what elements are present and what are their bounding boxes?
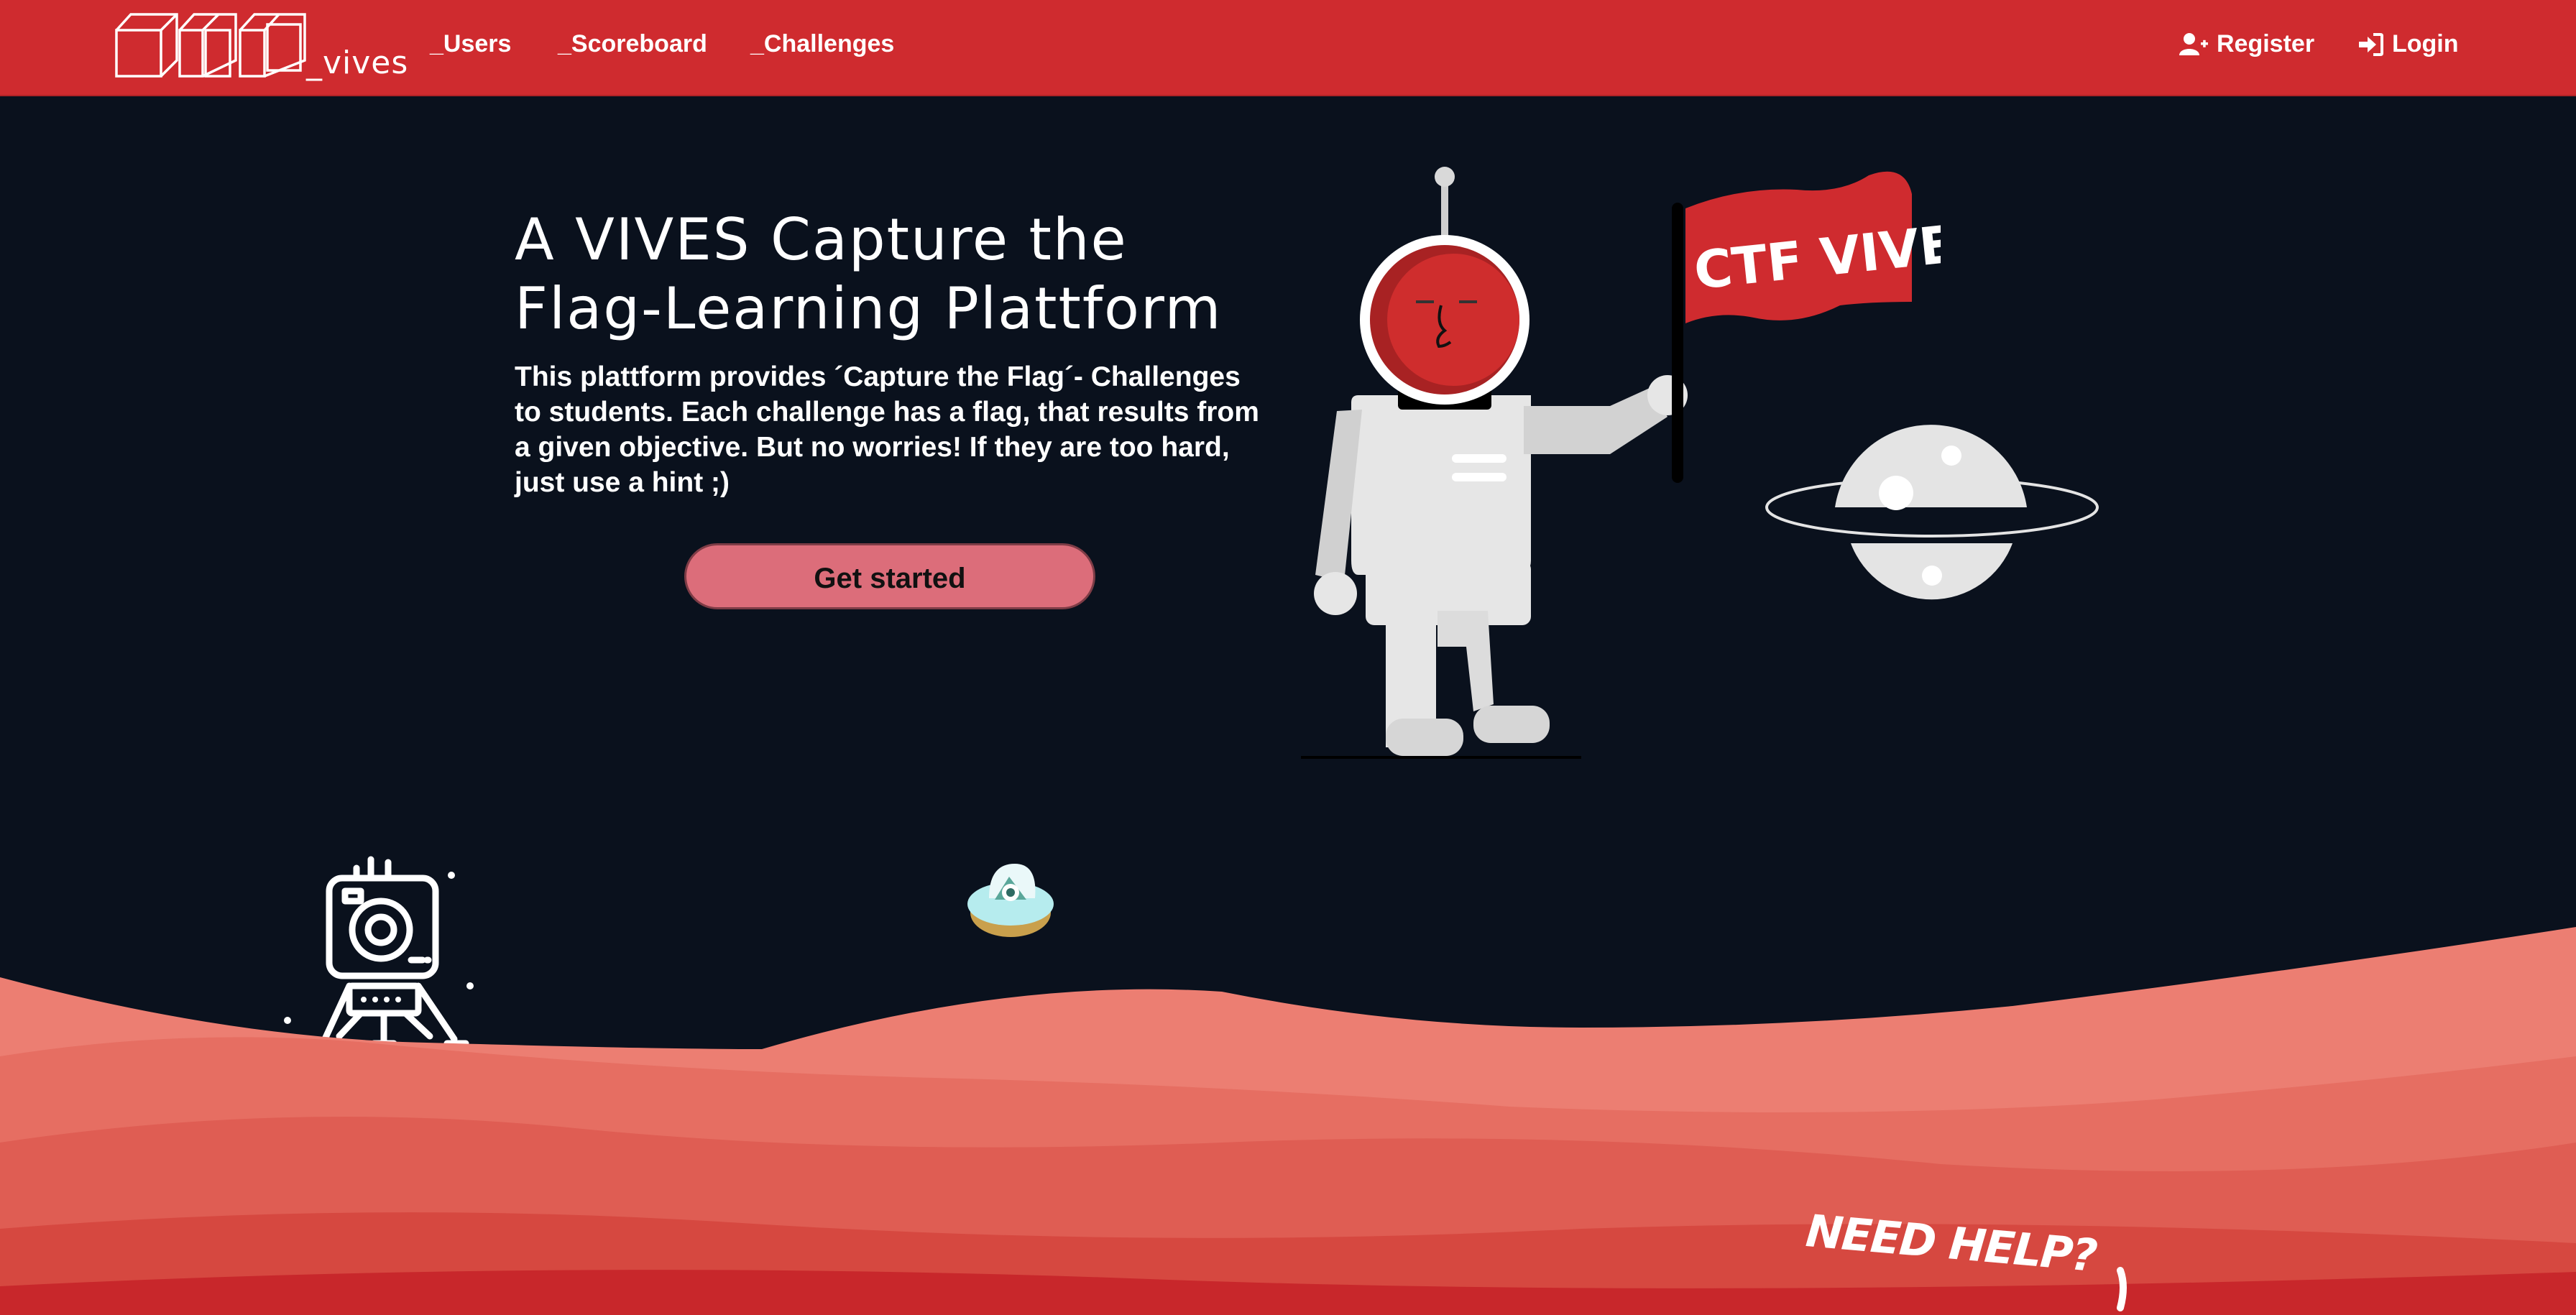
cubes-logo-icon: [115, 13, 306, 78]
hero-title: A VIVES Capture the Flag-Learning Plattf…: [515, 206, 1305, 343]
nav-link-scoreboard[interactable]: _Scoreboard: [558, 30, 707, 58]
sign-in-icon: [2359, 32, 2383, 56]
register-link[interactable]: Register: [2179, 30, 2314, 58]
brand-logo[interactable]: _vives: [114, 10, 408, 82]
logo-suffix: _vives: [306, 45, 409, 81]
login-link[interactable]: Login: [2359, 30, 2459, 58]
navbar: _vives _Users _Scoreboard _Challenges Re…: [0, 0, 2576, 96]
planet-illustration: [1765, 425, 2099, 600]
nav-link-users[interactable]: _Users: [430, 30, 511, 58]
get-started-button[interactable]: Get started: [684, 543, 1095, 609]
hero-title-line1: A VIVES Capture the: [515, 206, 1128, 273]
login-label: Login: [2392, 30, 2459, 57]
nav-link-challenges[interactable]: _Challenges: [750, 30, 894, 58]
register-label: Register: [2217, 30, 2315, 57]
hero-description: This plattform provides ´Capture the Fla…: [515, 361, 1259, 498]
hero-title-line2: Flag-Learning Plattform: [515, 275, 1223, 342]
red-dunes-landscape: [0, 927, 2576, 1315]
user-plus-icon: [2179, 32, 2208, 55]
